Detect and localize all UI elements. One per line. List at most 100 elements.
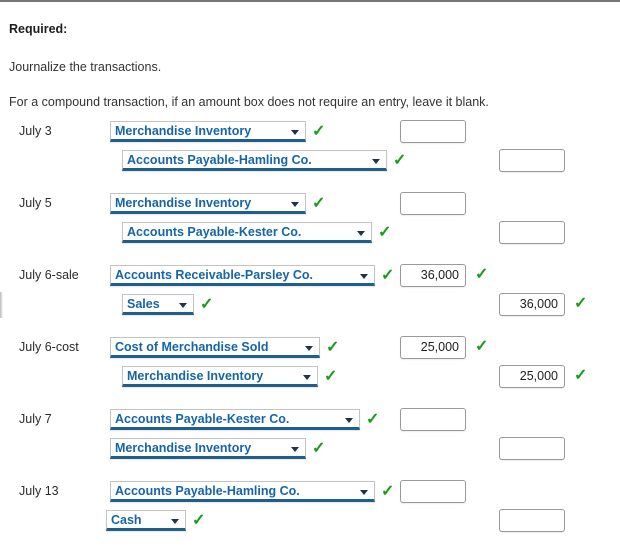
chevron-down-icon	[291, 202, 299, 207]
chevron-down-icon	[291, 130, 299, 135]
credit-account-label: Merchandise Inventory	[127, 369, 264, 383]
debit-amount-input[interactable]	[400, 120, 466, 143]
journal-entry-group: July 3 Merchandise Inventory ✓ Accounts …	[0, 120, 620, 192]
debit-account-valid-check-icon: ✓	[312, 123, 326, 140]
entry-date: July 13	[19, 484, 59, 498]
debit-account-label: Cost of Merchandise Sold	[115, 340, 269, 354]
credit-account-label: Accounts Payable-Kester Co.	[127, 225, 302, 239]
chevron-down-icon	[345, 418, 353, 423]
journal-debit-row: July 3 Merchandise Inventory ✓	[0, 120, 620, 149]
credit-amount-valid-check-icon: ✓	[574, 295, 588, 312]
credit-amount-input[interactable]	[499, 509, 565, 532]
credit-account-label: Sales	[127, 297, 160, 311]
credit-account-cell: Accounts Payable-Kester Co. ✓	[122, 222, 391, 243]
entry-date: July 5	[19, 196, 52, 210]
debit-account-cell: Accounts Payable-Hamling Co. ✓	[110, 481, 394, 502]
journal-credit-row: Merchandise Inventory ✓	[0, 437, 620, 466]
journal-entry-group: July 13 Accounts Payable-Hamling Co. ✓ C…	[0, 480, 620, 552]
credit-account-select[interactable]: Merchandise Inventory	[122, 366, 318, 387]
debit-account-valid-check-icon: ✓	[326, 339, 340, 356]
credit-account-valid-check-icon: ✓	[393, 152, 407, 169]
credit-amount-input[interactable]	[499, 149, 565, 172]
journal-entry-table: July 3 Merchandise Inventory ✓ Accounts …	[0, 120, 620, 552]
debit-account-cell: Accounts Receivable-Parsley Co. ✓	[110, 265, 394, 286]
credit-account-select[interactable]: Sales	[122, 294, 194, 315]
journal-debit-row: July 6-cost Cost of Merchandise Sold ✓ 2…	[0, 336, 620, 365]
chevron-down-icon	[179, 303, 187, 308]
journal-debit-row: July 7 Accounts Payable-Kester Co. ✓	[0, 408, 620, 437]
entry-date: July 6-sale	[19, 268, 79, 282]
credit-account-valid-check-icon: ✓	[378, 224, 392, 241]
debit-amount-input[interactable]: 36,000	[400, 264, 466, 287]
credit-account-select[interactable]: Merchandise Inventory	[110, 438, 306, 459]
debit-account-cell: Accounts Payable-Kester Co. ✓	[110, 409, 379, 430]
debit-account-select[interactable]: Merchandise Inventory	[110, 121, 306, 142]
debit-amount-valid-check-icon: ✓	[475, 266, 489, 283]
chevron-down-icon	[305, 346, 313, 351]
credit-account-cell: Merchandise Inventory ✓	[110, 438, 325, 459]
debit-account-valid-check-icon: ✓	[381, 483, 395, 500]
debit-amount-input[interactable]	[400, 192, 466, 215]
debit-account-valid-check-icon: ✓	[381, 267, 395, 284]
journal-credit-row: Accounts Payable-Kester Co. ✓	[0, 221, 620, 250]
entry-date: July 7	[19, 412, 52, 426]
instruction-compound-transaction: For a compound transaction, if an amount…	[9, 95, 489, 109]
credit-account-select[interactable]: Accounts Payable-Kester Co.	[122, 222, 372, 243]
journal-credit-row: Accounts Payable-Hamling Co. ✓	[0, 149, 620, 178]
entry-date: July 3	[19, 124, 52, 138]
journal-entry-page: Required: Journalize the transactions. F…	[0, 2, 620, 541]
debit-amount-input[interactable]	[400, 408, 466, 431]
debit-amount-input[interactable]	[400, 480, 466, 503]
debit-account-label: Accounts Payable-Kester Co.	[115, 412, 290, 426]
credit-account-valid-check-icon: ✓	[200, 296, 214, 313]
chevron-down-icon	[357, 231, 365, 236]
debit-account-valid-check-icon: ✓	[312, 195, 326, 212]
chevron-down-icon	[360, 274, 368, 279]
required-heading: Required:	[9, 22, 68, 36]
credit-account-cell: Merchandise Inventory ✓	[122, 366, 337, 387]
debit-amount-input[interactable]: 25,000	[400, 336, 466, 359]
credit-amount-input[interactable]: 36,000	[499, 293, 565, 316]
debit-amount-valid-check-icon: ✓	[475, 338, 489, 355]
journal-debit-row: July 13 Accounts Payable-Hamling Co. ✓	[0, 480, 620, 509]
credit-amount-input[interactable]	[499, 221, 565, 244]
debit-account-cell: Merchandise Inventory ✓	[110, 121, 325, 142]
debit-account-label: Accounts Receivable-Parsley Co.	[115, 268, 313, 282]
chevron-down-icon	[303, 375, 311, 380]
credit-account-cell: Cash ✓	[106, 510, 205, 531]
journal-credit-row: Cash ✓	[0, 509, 620, 538]
debit-account-label: Merchandise Inventory	[115, 124, 252, 138]
chevron-down-icon	[360, 490, 368, 495]
journal-credit-row: Sales ✓ 36,000 ✓	[0, 293, 620, 322]
credit-account-valid-check-icon: ✓	[312, 440, 326, 457]
credit-account-select[interactable]: Cash	[106, 510, 186, 531]
debit-account-select[interactable]: Accounts Payable-Hamling Co.	[110, 481, 375, 502]
credit-amount-input[interactable]: 25,000	[499, 365, 565, 388]
debit-account-select[interactable]: Accounts Payable-Kester Co.	[110, 409, 360, 430]
debit-account-label: Merchandise Inventory	[115, 196, 252, 210]
entry-date: July 6-cost	[19, 340, 79, 354]
journal-debit-row: July 5 Merchandise Inventory ✓	[0, 192, 620, 221]
journal-entry-group: July 6-sale Accounts Receivable-Parsley …	[0, 264, 620, 336]
credit-amount-valid-check-icon: ✓	[574, 367, 588, 384]
journal-entry-group: July 5 Merchandise Inventory ✓ Accounts …	[0, 192, 620, 264]
debit-account-select[interactable]: Accounts Receivable-Parsley Co.	[110, 265, 375, 286]
debit-account-select[interactable]: Merchandise Inventory	[110, 193, 306, 214]
credit-account-cell: Sales ✓	[122, 294, 213, 315]
chevron-down-icon	[291, 447, 299, 452]
credit-account-valid-check-icon: ✓	[324, 368, 338, 385]
debit-account-select[interactable]: Cost of Merchandise Sold	[110, 337, 320, 358]
credit-account-cell: Accounts Payable-Hamling Co. ✓	[122, 150, 406, 171]
chevron-down-icon	[171, 519, 179, 524]
journal-entry-group: July 7 Accounts Payable-Kester Co. ✓ Mer…	[0, 408, 620, 480]
chevron-down-icon	[372, 159, 380, 164]
debit-account-label: Accounts Payable-Hamling Co.	[115, 484, 300, 498]
credit-account-label: Merchandise Inventory	[115, 441, 252, 455]
instruction-journalize: Journalize the transactions.	[9, 60, 162, 74]
journal-debit-row: July 6-sale Accounts Receivable-Parsley …	[0, 264, 620, 293]
credit-amount-input[interactable]	[499, 437, 565, 460]
debit-account-valid-check-icon: ✓	[366, 411, 380, 428]
credit-account-select[interactable]: Accounts Payable-Hamling Co.	[122, 150, 387, 171]
debit-account-cell: Merchandise Inventory ✓	[110, 193, 325, 214]
journal-credit-row: Merchandise Inventory ✓ 25,000 ✓	[0, 365, 620, 394]
